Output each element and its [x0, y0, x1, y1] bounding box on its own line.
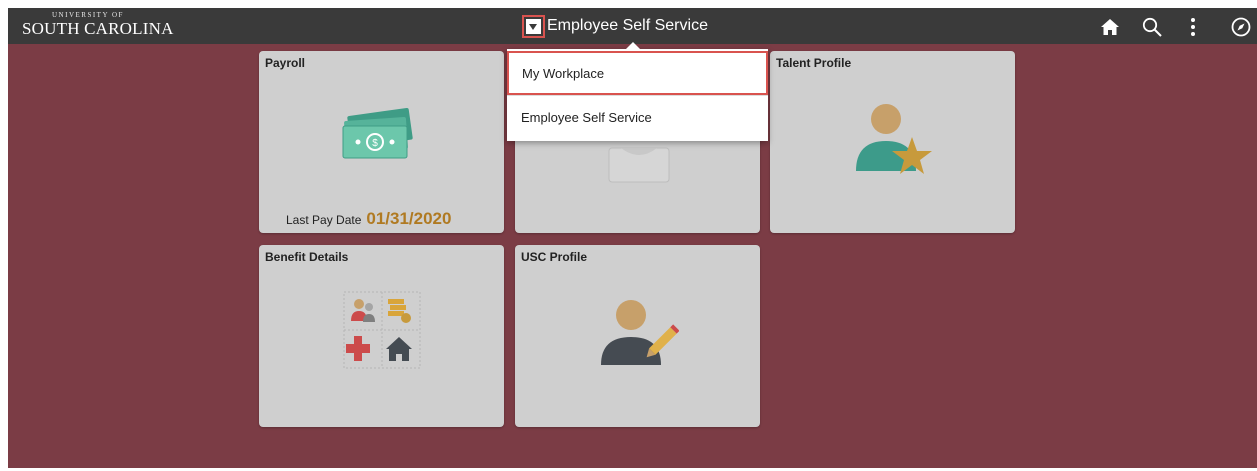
benefit-details-icon — [343, 291, 421, 374]
homepage-dropdown: My Workplace Employee Self Service — [507, 42, 768, 141]
header-bar: UNIVERSITY OF SOUTH CAROLINA Employee Se… — [8, 8, 1257, 44]
tile-title: Payroll — [265, 56, 306, 70]
university-logo[interactable]: UNIVERSITY OF SOUTH CAROLINA — [22, 11, 174, 38]
tile-title: USC Profile — [521, 250, 588, 264]
search-icon[interactable] — [1141, 16, 1163, 38]
obscured-tile-icon — [607, 146, 671, 191]
menu-item-label: My Workplace — [522, 65, 605, 81]
tile-payroll[interactable]: Payroll $ Last Pay Date 01/31/2020 — [259, 51, 504, 233]
page-title[interactable]: Employee Self Service — [547, 17, 708, 35]
navbar-compass-icon[interactable] — [1230, 16, 1252, 38]
homepage-selector[interactable]: Employee Self Service — [522, 14, 708, 38]
dropdown-caret — [625, 42, 641, 50]
pay-date-value: 01/31/2020 — [366, 209, 452, 228]
logo-line-1: UNIVERSITY OF — [52, 11, 124, 19]
logo-line-2: SOUTH CAROLINA — [22, 19, 174, 38]
tile-usc-profile[interactable]: USC Profile — [515, 245, 760, 427]
money-icon: $ — [339, 106, 419, 166]
app-frame: UNIVERSITY OF SOUTH CAROLINA Employee Se… — [8, 8, 1257, 468]
talent-profile-icon — [852, 99, 934, 184]
last-pay-date: Last Pay Date 01/31/2020 — [286, 209, 451, 229]
usc-profile-icon — [597, 295, 680, 378]
tile-title: Benefit Details — [265, 250, 349, 264]
tile-title: Talent Profile — [776, 56, 852, 70]
home-icon[interactable] — [1099, 16, 1121, 38]
menu-item-employee-self-service[interactable]: Employee Self Service — [507, 95, 768, 139]
actions-menu-icon[interactable] — [1182, 16, 1204, 38]
pay-date-label: Last Pay Date — [286, 213, 362, 227]
menu-item-label: Employee Self Service — [521, 110, 652, 125]
menu-item-my-workplace[interactable]: My Workplace — [507, 51, 768, 95]
tile-talent-profile[interactable]: Talent Profile — [770, 51, 1015, 233]
svg-text:$: $ — [372, 138, 378, 149]
dropdown-arrow-icon[interactable] — [522, 14, 545, 38]
tile-benefit-details[interactable]: Benefit Details — [259, 245, 504, 427]
